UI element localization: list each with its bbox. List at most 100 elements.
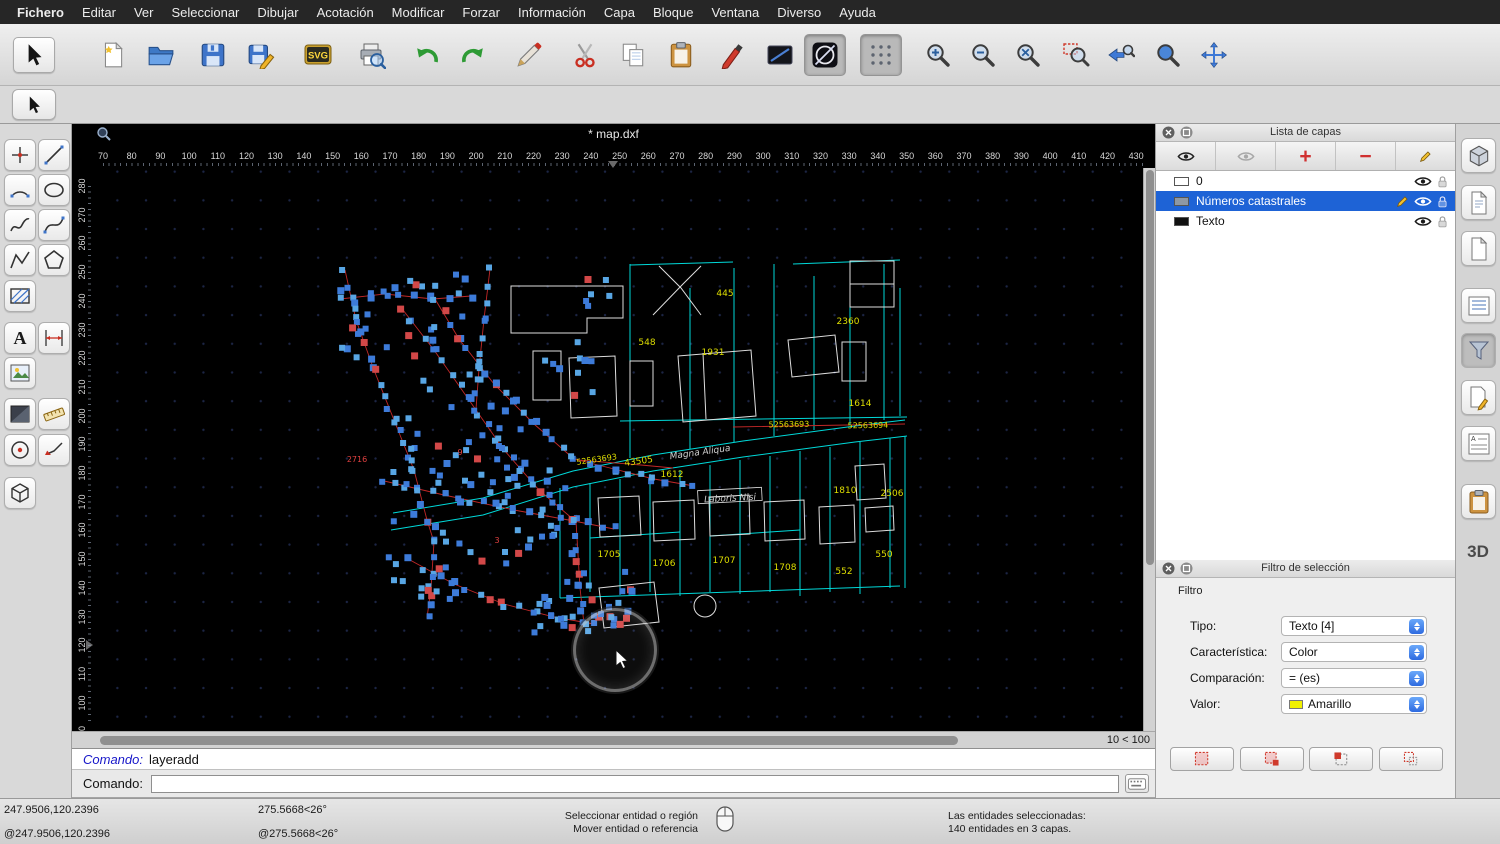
selection-handle[interactable] [408, 446, 414, 452]
selection-handle[interactable] [585, 276, 592, 283]
selection-handle[interactable] [428, 601, 435, 608]
selection-handle[interactable] [638, 471, 644, 477]
paste-button[interactable] [660, 34, 702, 76]
selection-handle[interactable] [560, 622, 567, 629]
selection-handle[interactable] [625, 471, 631, 477]
selection-handle[interactable] [575, 370, 581, 376]
selection-handle[interactable] [475, 376, 481, 382]
selection-handle[interactable] [490, 479, 496, 485]
selection-handle[interactable] [544, 478, 551, 485]
selection-handle[interactable] [517, 468, 523, 474]
selection-handle[interactable] [469, 295, 476, 302]
selection-handle[interactable] [590, 389, 596, 395]
selection-handle[interactable] [449, 404, 455, 410]
selection-handle[interactable] [558, 616, 564, 622]
leader-tool-button[interactable] [38, 434, 70, 466]
selection-handle[interactable] [600, 525, 606, 531]
stepper-icon[interactable] [1409, 697, 1424, 712]
menu-dibujar[interactable]: Dibujar [248, 0, 307, 24]
selection-handle[interactable] [589, 596, 596, 603]
selection-handle[interactable] [378, 382, 384, 388]
selection-handle[interactable] [486, 265, 492, 271]
selection-handle[interactable] [443, 564, 449, 570]
filter-combo-comparacion[interactable]: = (es) [1281, 668, 1427, 688]
selection-handle[interactable] [679, 481, 685, 487]
selection-handle[interactable] [480, 335, 486, 341]
selection-handle[interactable] [456, 290, 462, 296]
edit-layer-button[interactable] [1396, 142, 1455, 170]
cut-button[interactable] [564, 34, 606, 76]
line-tool-button[interactable] [38, 139, 70, 171]
show-all-layers-button[interactable] [1156, 142, 1216, 170]
menu-ayuda[interactable]: Ayuda [830, 0, 885, 24]
layer-visibility-icon[interactable] [1414, 195, 1432, 208]
selection-handle[interactable] [494, 456, 500, 462]
selection-handle[interactable] [511, 454, 517, 460]
selection-handle[interactable] [569, 550, 576, 557]
selection-handle[interactable] [438, 572, 445, 579]
selection-handle[interactable] [393, 561, 399, 567]
selection-handle[interactable] [689, 483, 695, 489]
selection-handle[interactable] [430, 297, 436, 303]
selection-handle[interactable] [442, 307, 449, 314]
selection-handle[interactable] [345, 285, 351, 291]
selection-handle[interactable] [466, 500, 472, 506]
selection-handle[interactable] [351, 300, 358, 307]
selection-handle[interactable] [431, 324, 437, 330]
pan-button[interactable] [1193, 34, 1235, 76]
selection-handle[interactable] [392, 284, 399, 291]
selection-handle[interactable] [404, 481, 410, 487]
selection-handle[interactable] [527, 537, 533, 543]
selection-handle[interactable] [457, 499, 464, 506]
arc-tool-button[interactable] [4, 174, 36, 206]
selection-handle[interactable] [372, 366, 379, 373]
selection-handle[interactable] [485, 284, 491, 290]
selection-handle[interactable] [619, 588, 625, 594]
layer-row-texto[interactable]: Texto [1156, 211, 1455, 231]
selection-handle[interactable] [338, 295, 344, 301]
filter-combo-valor[interactable]: Amarillo [1281, 694, 1427, 714]
save-as-button[interactable] [240, 34, 282, 76]
menu-bloque[interactable]: Bloque [644, 0, 702, 24]
selection-handle[interactable] [384, 344, 390, 350]
menu-ventana[interactable]: Ventana [702, 0, 768, 24]
selection-handle[interactable] [492, 438, 498, 444]
selection-handle[interactable] [451, 578, 458, 585]
selection-handle[interactable] [530, 482, 536, 488]
selection-handle[interactable] [472, 390, 478, 396]
menu-forzar[interactable]: Forzar [453, 0, 509, 24]
selection-handle[interactable] [575, 339, 581, 345]
selection-handle[interactable] [454, 335, 461, 342]
selection-handle[interactable] [561, 445, 567, 451]
selection-handle[interactable] [361, 339, 368, 346]
selection-handle[interactable] [486, 421, 492, 427]
selection-tool-button[interactable] [13, 37, 55, 73]
layer-edit-icon[interactable] [1396, 195, 1409, 208]
selection-handle[interactable] [585, 518, 592, 525]
layer-color-swatch[interactable] [1174, 217, 1189, 226]
selection-handle[interactable] [548, 613, 554, 619]
draft-mode-button[interactable] [804, 34, 846, 76]
selection-handle[interactable] [556, 365, 563, 372]
filter-combo-caracteristica[interactable]: Color [1281, 642, 1427, 662]
layer-lock-icon[interactable] [1437, 175, 1448, 188]
selection-handle[interactable] [391, 577, 397, 583]
selection-handle[interactable] [487, 489, 493, 495]
menu-informacion[interactable]: Información [509, 0, 595, 24]
selection-handle[interactable] [410, 511, 417, 518]
layer-lock-icon[interactable] [1437, 195, 1448, 208]
selection-handle[interactable] [581, 570, 587, 576]
selection-handle[interactable] [404, 554, 411, 561]
selection-handle[interactable] [368, 356, 375, 363]
selection-handle[interactable] [459, 314, 465, 320]
selection-handle[interactable] [405, 332, 412, 339]
selection-handle[interactable] [429, 337, 436, 344]
selection-handle[interactable] [450, 372, 456, 378]
selection-handle[interactable] [515, 550, 522, 557]
stepper-icon[interactable] [1409, 645, 1424, 660]
selection-handle[interactable] [420, 567, 426, 573]
annotation-panel-button[interactable] [1461, 380, 1496, 415]
selection-handle[interactable] [354, 354, 360, 360]
selection-handle[interactable] [568, 453, 574, 459]
selection-handle[interactable] [435, 443, 442, 450]
